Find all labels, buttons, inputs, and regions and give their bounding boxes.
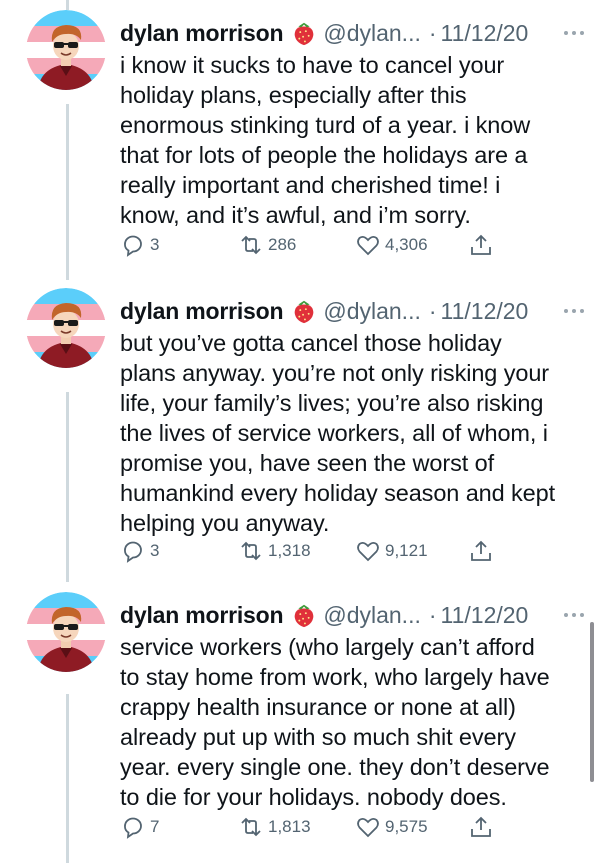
share-button[interactable] <box>468 814 494 840</box>
reply-icon <box>124 541 142 562</box>
reply-button[interactable]: 3 <box>120 232 159 258</box>
thread-connector <box>66 694 69 863</box>
tweet-actions: 7 1,813 9,575 <box>120 814 500 844</box>
share-button[interactable] <box>468 232 494 258</box>
tweet-text: service workers (who largely can’t affor… <box>120 632 570 812</box>
retweet-button[interactable]: 1,813 <box>238 814 311 840</box>
share-icon <box>471 235 491 255</box>
tweet-text-line: helping you anyway. <box>120 510 330 536</box>
share-button[interactable] <box>468 538 494 564</box>
tweet-text-line: to die for your holidays. nobody does. <box>120 784 507 810</box>
separator: · <box>428 297 437 324</box>
tweet-text-line: holiday plans, especially after this <box>120 82 467 108</box>
tweet-text-line: really important and cherished time! i <box>120 172 501 198</box>
tweet-date[interactable]: 11/12/20 <box>441 20 529 47</box>
author-name[interactable]: dylan morrison <box>120 602 284 629</box>
tweet-date[interactable]: 11/12/20 <box>441 298 529 325</box>
thread-connector <box>66 0 69 10</box>
like-button[interactable]: 4,306 <box>355 232 428 258</box>
tweet-text-line: the lives of service workers, all of who… <box>120 420 548 446</box>
like-button[interactable]: 9,575 <box>355 814 428 840</box>
tweet-text-line: to stay home from work, who largely have <box>120 664 550 690</box>
like-icon <box>357 541 379 561</box>
like-count: 9,575 <box>385 817 428 836</box>
like-count: 9,121 <box>385 541 428 560</box>
reply-button[interactable]: 3 <box>120 538 159 564</box>
retweet-count: 1,318 <box>268 541 311 560</box>
tweet-text-line: but you’ve gotta cancel those holiday <box>120 330 502 356</box>
like-count: 4,306 <box>385 235 428 254</box>
tweet-actions: 3 1,318 9,121 <box>120 538 500 568</box>
tweet-actions: 3 286 4,306 <box>120 232 500 262</box>
reply-count: 3 <box>150 235 160 254</box>
more-icon[interactable] <box>564 309 584 313</box>
like-icon <box>357 235 379 255</box>
author-handle[interactable]: @dylan... <box>323 20 421 47</box>
author-handle[interactable]: @dylan... <box>323 298 421 325</box>
retweet-button[interactable]: 1,318 <box>238 538 311 564</box>
retweet-button[interactable]: 286 <box>238 232 296 258</box>
tweet-text-line: service workers (who largely can’t affor… <box>120 634 535 660</box>
tweet-header: dylan morrison @dylan... · 11/12/20 <box>120 294 590 328</box>
tweet-text: but you’ve gotta cancel those holiday pl… <box>120 328 570 538</box>
like-icon <box>357 817 379 837</box>
reply-icon <box>124 235 142 256</box>
avatar[interactable] <box>26 592 106 672</box>
tweet-text-line: plans anyway. you’re not only risking yo… <box>120 360 550 386</box>
reply-count: 7 <box>150 817 160 836</box>
tweet-text-line: i know it sucks to have to cancel your <box>120 52 505 78</box>
separator: · <box>428 601 437 628</box>
tweet-text-line: that for lots of people the holidays are… <box>120 142 528 168</box>
thread-connector <box>66 392 69 582</box>
tweet-text-line: enormous stinking turd of a year. i know <box>120 112 531 138</box>
avatar[interactable] <box>26 288 106 368</box>
tweet-header: dylan morrison @dylan... · 11/12/20 <box>120 598 590 632</box>
more-icon[interactable] <box>564 31 584 35</box>
tweet-text-line: promise you, have seen the worst of <box>120 450 495 476</box>
retweet-count: 286 <box>268 235 297 254</box>
reply-count: 3 <box>150 541 160 560</box>
strawberry-icon <box>295 22 314 46</box>
strawberry-icon <box>295 604 314 628</box>
tweet-text-line: year. every single one. they don’t deser… <box>120 754 550 780</box>
tweet-date[interactable]: 11/12/20 <box>441 602 529 629</box>
reply-icon <box>124 817 142 838</box>
share-icon <box>471 817 491 837</box>
separator: · <box>428 19 437 46</box>
author-handle[interactable]: @dylan... <box>323 602 421 629</box>
more-icon[interactable] <box>564 613 584 617</box>
share-icon <box>471 541 491 561</box>
like-button[interactable]: 9,121 <box>355 538 428 564</box>
tweet-text-line: know, and it’s awful, and i’m sorry. <box>120 202 471 228</box>
author-name[interactable]: dylan morrison <box>120 298 284 325</box>
tweet-text-line: already put up with so much shit every <box>120 724 516 750</box>
thread-connector <box>66 104 69 280</box>
tweet-text-line: life, your family’s lives; you’re also r… <box>120 390 544 416</box>
avatar[interactable] <box>26 10 106 90</box>
tweet-text-line: humankind every holiday season and kept <box>120 480 556 506</box>
tweet-header: dylan morrison @dylan... · 11/12/20 <box>120 16 590 50</box>
author-name[interactable]: dylan morrison <box>120 20 284 47</box>
strawberry-icon <box>295 300 314 324</box>
retweet-icon <box>241 236 261 254</box>
reply-button[interactable]: 7 <box>120 814 159 840</box>
retweet-icon <box>241 818 261 836</box>
tweet-text: i know it sucks to have to cancel your h… <box>120 50 570 230</box>
retweet-icon <box>241 542 261 560</box>
retweet-count: 1,813 <box>268 817 311 836</box>
tweet-text-line: crappy health insurance or none at all) <box>120 694 516 720</box>
scrollbar[interactable] <box>590 622 594 782</box>
